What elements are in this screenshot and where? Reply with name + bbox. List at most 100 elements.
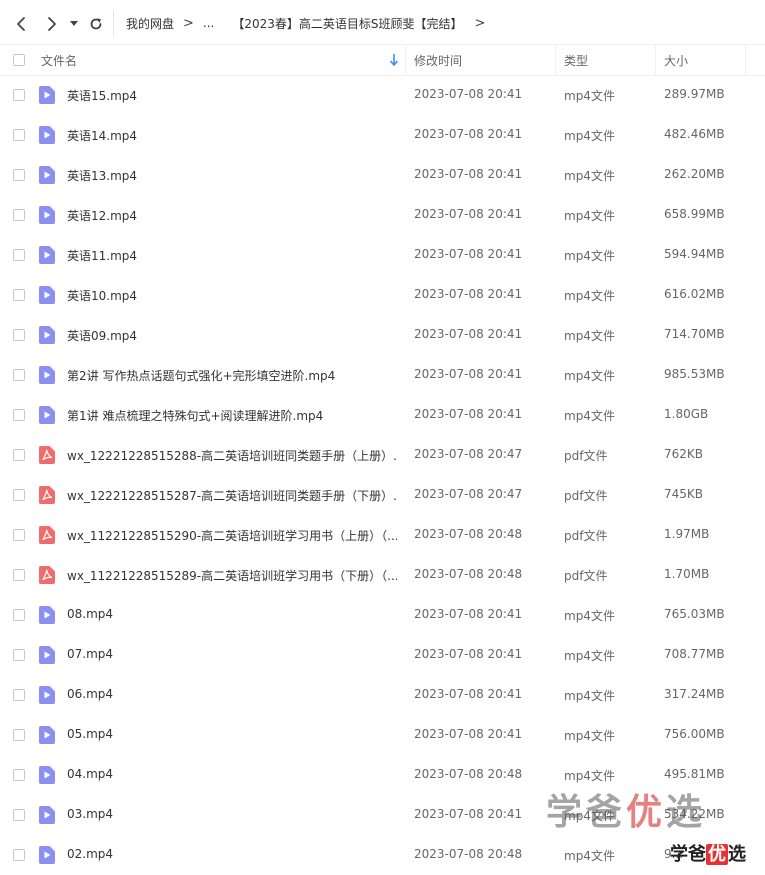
column-divider[interactable] (405, 45, 406, 75)
file-type: mp4文件 (564, 689, 615, 703)
breadcrumb-root[interactable]: 我的网盘 (126, 15, 174, 32)
column-header-type[interactable]: 类型 (564, 45, 588, 75)
file-row[interactable]: 英语09.mp4 2023-07-08 20:41 mp4文件 714.70MB (0, 315, 765, 355)
file-row[interactable]: 英语10.mp4 2023-07-08 20:41 mp4文件 616.02MB (0, 275, 765, 315)
file-name[interactable]: 08.mp4 (67, 607, 397, 621)
row-checkbox[interactable] (13, 409, 25, 421)
row-checkbox[interactable] (13, 449, 25, 461)
row-checkbox[interactable] (13, 249, 25, 261)
file-name[interactable]: 英语13.mp4 (67, 167, 397, 184)
logo: 学爸优选 (670, 840, 746, 866)
column-header-name[interactable]: 文件名 (41, 45, 77, 75)
file-row[interactable]: 05.mp4 2023-07-08 20:41 mp4文件 756.00MB (0, 715, 765, 755)
video-file-icon (39, 286, 55, 304)
file-modified: 2023-07-08 20:41 (414, 727, 523, 741)
row-checkbox[interactable] (13, 769, 25, 781)
column-header-modified-label: 修改时间 (414, 53, 463, 68)
file-row[interactable]: 第1讲 难点梳理之特殊句式+阅读理解进阶.mp4 2023-07-08 20:41… (0, 395, 765, 435)
breadcrumb-ellipsis[interactable]: ... (203, 16, 214, 30)
file-name[interactable]: 英语09.mp4 (67, 327, 397, 344)
select-all-checkbox[interactable] (13, 54, 25, 66)
file-name[interactable]: 03.mp4 (67, 807, 397, 821)
file-size: 1.80GB (664, 407, 709, 421)
file-name[interactable]: 第2讲 写作热点话题句式强化+完形填空进阶.mp4 (67, 367, 397, 384)
file-name[interactable]: 02.mp4 (67, 847, 397, 861)
file-row[interactable]: 英语14.mp4 2023-07-08 20:41 mp4文件 482.46MB (0, 115, 765, 155)
file-type: mp4文件 (564, 329, 615, 343)
row-checkbox[interactable] (13, 809, 25, 821)
file-row[interactable]: 英语13.mp4 2023-07-08 20:41 mp4文件 262.20MB (0, 155, 765, 195)
file-size: 495.81MB (664, 767, 725, 781)
file-row[interactable]: 02.mp4 2023-07-08 20:48 mp4文件 9... (0, 835, 765, 875)
row-checkbox[interactable] (13, 849, 25, 861)
file-type: mp4文件 (564, 649, 615, 663)
file-type: mp4文件 (564, 849, 615, 863)
row-checkbox[interactable] (13, 489, 25, 501)
file-row[interactable]: wx_12221228515287-高二英语培训班同类题手册（下册）... 202… (0, 475, 765, 515)
row-checkbox[interactable] (13, 209, 25, 221)
file-name[interactable]: 英语14.mp4 (67, 127, 397, 144)
file-name[interactable]: 英语10.mp4 (67, 287, 397, 304)
file-name[interactable]: 英语12.mp4 (67, 207, 397, 224)
row-checkbox[interactable] (13, 689, 25, 701)
back-button[interactable] (9, 12, 33, 36)
video-file-icon (39, 126, 55, 144)
file-name[interactable]: 第1讲 难点梳理之特殊句式+阅读理解进阶.mp4 (67, 407, 397, 424)
file-row[interactable]: 英语15.mp4 2023-07-08 20:41 mp4文件 289.97MB (0, 75, 765, 115)
row-checkbox[interactable] (13, 569, 25, 581)
file-row[interactable]: wx_11221228515290-高二英语培训班学习用书（上册）（... 202… (0, 515, 765, 555)
sort-descending-icon[interactable] (388, 53, 400, 67)
column-header-size[interactable]: 大小 (664, 45, 688, 75)
forward-button[interactable] (40, 12, 64, 36)
row-checkbox[interactable] (13, 529, 25, 541)
file-name[interactable]: 07.mp4 (67, 647, 397, 661)
video-file-icon (39, 166, 55, 184)
breadcrumb-expand-icon[interactable]: > (475, 16, 486, 31)
column-divider[interactable] (655, 45, 656, 75)
file-name[interactable]: 英语15.mp4 (67, 87, 397, 104)
file-row[interactable]: 07.mp4 2023-07-08 20:41 mp4文件 708.77MB (0, 635, 765, 675)
file-name[interactable]: wx_11221228515290-高二英语培训班学习用书（上册）（... (67, 527, 397, 544)
row-checkbox[interactable] (13, 169, 25, 181)
file-name[interactable]: 英语11.mp4 (67, 247, 397, 264)
file-size: 262.20MB (664, 167, 725, 181)
pdf-file-icon (39, 446, 55, 464)
column-header-type-label: 类型 (564, 53, 589, 68)
logo-text: 选 (728, 844, 746, 865)
file-size: 1.70MB (664, 567, 710, 581)
file-size: 289.97MB (664, 87, 725, 101)
file-size: 317.24MB (664, 687, 725, 701)
file-row[interactable]: 英语12.mp4 2023-07-08 20:41 mp4文件 658.99MB (0, 195, 765, 235)
file-row[interactable]: 英语11.mp4 2023-07-08 20:41 mp4文件 594.94MB (0, 235, 765, 275)
file-name[interactable]: wx_11221228515289-高二英语培训班学习用书（下册）（... (67, 567, 397, 584)
file-type: pdf文件 (564, 449, 608, 463)
refresh-icon (90, 18, 102, 30)
column-divider[interactable] (745, 45, 746, 75)
file-name[interactable]: wx_12221228515288-高二英语培训班同类题手册（上册）... (67, 447, 397, 464)
file-row[interactable]: 08.mp4 2023-07-08 20:41 mp4文件 765.03MB (0, 595, 765, 635)
row-checkbox[interactable] (13, 369, 25, 381)
video-file-icon (39, 326, 55, 344)
file-name[interactable]: 06.mp4 (67, 687, 397, 701)
file-name[interactable]: 05.mp4 (67, 727, 397, 741)
file-row[interactable]: 06.mp4 2023-07-08 20:41 mp4文件 317.24MB (0, 675, 765, 715)
row-checkbox[interactable] (13, 129, 25, 141)
row-checkbox[interactable] (13, 289, 25, 301)
file-row[interactable]: wx_12221228515288-高二英语培训班同类题手册（上册）... 202… (0, 435, 765, 475)
row-checkbox[interactable] (13, 609, 25, 621)
file-name[interactable]: 04.mp4 (67, 767, 397, 781)
row-checkbox[interactable] (13, 89, 25, 101)
row-checkbox[interactable] (13, 729, 25, 741)
file-row[interactable]: wx_11221228515289-高二英语培训班学习用书（下册）（... 202… (0, 555, 765, 595)
file-type: mp4文件 (564, 89, 615, 103)
row-checkbox[interactable] (13, 649, 25, 661)
breadcrumb-current[interactable]: 【2023春】高二英语目标S班顾斐【完结】 (232, 15, 462, 32)
file-row[interactable]: 第2讲 写作热点话题句式强化+完形填空进阶.mp4 2023-07-08 20:4… (0, 355, 765, 395)
refresh-button[interactable] (84, 12, 108, 36)
column-divider[interactable] (555, 45, 556, 75)
history-dropdown-button[interactable] (66, 12, 82, 36)
file-name[interactable]: wx_12221228515287-高二英语培训班同类题手册（下册）... (67, 487, 397, 504)
row-checkbox[interactable] (13, 329, 25, 341)
column-header-modified[interactable]: 修改时间 (414, 45, 462, 75)
watermark-text: 学爸 (546, 792, 627, 833)
